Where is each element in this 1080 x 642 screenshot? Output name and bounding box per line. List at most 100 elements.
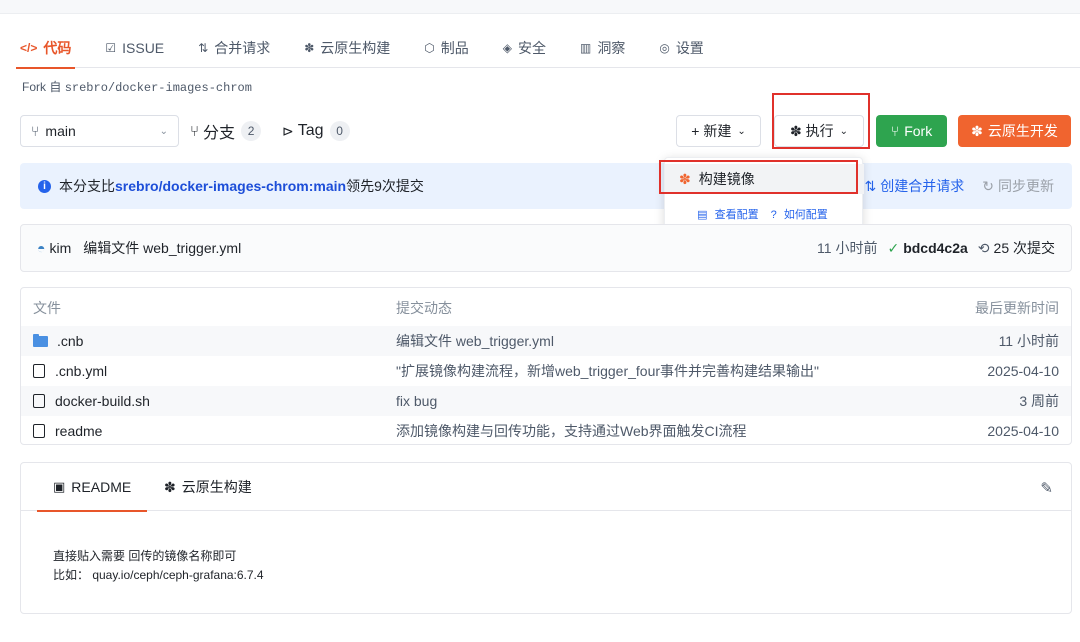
sync-icon: ↻	[982, 178, 994, 194]
readme-tabs: ▣ README ✽ 云原生构建	[21, 463, 1071, 512]
menu-item-build-image[interactable]: ✽ 构建镜像	[665, 164, 864, 194]
commit-meta: 11 小时前 ✓ bdcd4c2a ⟲ 25 次提交	[817, 238, 1055, 258]
fork-repo-link[interactable]: srebro/docker-images-chrom	[65, 81, 252, 95]
package-icon: ⬡	[424, 41, 435, 55]
readme-line: 直接贴入需要 回传的镜像名称即可	[53, 549, 237, 563]
issue-icon: ☑	[105, 41, 117, 55]
menu-item-label: 构建镜像	[698, 171, 755, 187]
info-icon: i	[38, 179, 51, 193]
info-repo[interactable]: srebro/docker-images-chrom:main	[115, 178, 346, 194]
file-icon	[33, 394, 45, 408]
file-name[interactable]: .cnb.yml	[55, 363, 107, 379]
file-commit-message[interactable]: fix bug	[396, 393, 437, 409]
tab-label: 安全	[517, 40, 546, 56]
readme-line: 比如： quay.io/ceph/ceph-grafana:6.7.4	[53, 568, 264, 582]
view-config-label: 查看配置	[714, 209, 759, 221]
fork-icon: ⑂	[890, 123, 900, 139]
top-strip	[0, 0, 1080, 14]
book-icon: ▣	[53, 479, 66, 494]
tags-link[interactable]: ⊳ Tag 0	[282, 115, 350, 147]
edit-icon[interactable]: ✎	[1040, 479, 1053, 497]
table-header: 文件 提交动态 最后更新时间	[21, 293, 1071, 323]
new-button[interactable]: + 新建 ⌄	[676, 115, 761, 147]
commit-author[interactable]: kim	[49, 240, 71, 256]
chart-icon: ▥	[579, 41, 592, 55]
fork-button[interactable]: ⑂ Fork	[876, 115, 947, 147]
file-name[interactable]: docker-build.sh	[55, 393, 150, 409]
fork-label: Fork	[904, 123, 933, 139]
branches-link[interactable]: ⑂ 分支 2	[190, 115, 262, 147]
tab-cloud-build-readme[interactable]: ✽ 云原生构建	[164, 463, 252, 511]
ahead-info-bar: i 本分支比 srebro/docker-images-chrom:main 领…	[20, 163, 1072, 209]
file-name[interactable]: readme	[55, 423, 102, 439]
table-row[interactable]: docker-build.sh fix bug 3 周前	[21, 386, 1071, 416]
gear-icon: ◎	[659, 41, 670, 55]
file-updated: 3 周前	[1019, 393, 1059, 409]
cloud-dev-label: 云原生开发	[987, 123, 1058, 139]
table-row[interactable]: .cnb 编辑文件 web_trigger.yml 11 小时前	[21, 326, 1071, 356]
run-dropdown-menu: ✽ 构建镜像 ▤ 查看配置 ? 如何配置	[664, 157, 864, 232]
chevron-down-icon: ⌄	[159, 125, 168, 137]
tab-cloud-build[interactable]: ✽ 云原生构建	[304, 30, 390, 68]
check-icon: ✓	[887, 239, 900, 256]
branch-icon: ⑂	[190, 122, 200, 140]
chevron-down-icon: ⌄	[737, 125, 746, 137]
file-name[interactable]: .cnb	[57, 333, 83, 349]
commit-message[interactable]: 编辑文件 web_trigger.yml	[83, 238, 241, 258]
branch-selector[interactable]: ⑂ main ⌄	[20, 115, 179, 147]
file-updated: 2025-04-10	[987, 423, 1059, 439]
header-updated: 最后更新时间	[975, 300, 1059, 316]
merge-icon: ⇅	[198, 41, 209, 55]
tab-label: ISSUE	[122, 40, 165, 56]
tab-cloud-label: 云原生构建	[181, 479, 252, 495]
tag-icon: ⊳	[282, 122, 294, 139]
tab-readme[interactable]: ▣ README	[36, 463, 148, 512]
run-button[interactable]: ✽ 执行 ⌄	[774, 115, 864, 147]
branches-label: 分支	[203, 125, 236, 142]
tab-label: 云原生构建	[320, 40, 391, 56]
file-table: 文件 提交动态 最后更新时间 .cnb 编辑文件 web_trigger.yml…	[20, 287, 1072, 445]
table-row[interactable]: readme 添加镜像构建与回传功能，支持通过Web界面触发CI流程 2025-…	[21, 416, 1071, 444]
readme-content: 直接贴入需要 回传的镜像名称即可 比如： quay.io/ceph/ceph-g…	[53, 547, 264, 585]
tab-merge-requests[interactable]: ⇅ 合并请求	[198, 30, 270, 68]
file-updated: 11 小时前	[998, 333, 1059, 349]
history-icon: ⟲	[977, 239, 990, 256]
tab-artifacts[interactable]: ⬡ 制品	[424, 30, 468, 68]
file-icon	[33, 364, 45, 378]
commit-count[interactable]: 25 次提交	[994, 238, 1055, 258]
sync-button[interactable]: ↻ 同步更新	[982, 176, 1054, 196]
pinwheel-icon: ✽	[789, 122, 802, 139]
code-icon: </>	[20, 41, 38, 55]
readme-panel: ▣ README ✽ 云原生构建 ✎ 直接贴入需要 回传的镜像名称即可 比如： …	[20, 462, 1072, 614]
tab-insights[interactable]: ▥ 洞察	[580, 30, 625, 68]
new-label: + 新建	[691, 123, 732, 139]
table-row[interactable]: .cnb.yml "扩展镜像构建流程，新增web_trigger_four事件并…	[21, 356, 1071, 386]
chevron-down-icon: ⌄	[839, 125, 849, 137]
file-updated: 2025-04-10	[987, 363, 1059, 379]
tab-settings[interactable]: ◎ 设置	[659, 30, 703, 68]
tab-readme-label: README	[71, 479, 132, 495]
file-commit-message[interactable]: 添加镜像构建与回传功能，支持通过Web界面触发CI流程	[396, 421, 747, 441]
run-label: 执行	[805, 123, 834, 139]
latest-commit: ◓ kim 编辑文件 web_trigger.yml 11 小时前 ✓ bdcd…	[20, 224, 1072, 272]
sync-label: 同步更新	[998, 178, 1054, 194]
tab-label: 设置	[675, 40, 704, 56]
file-commit-message[interactable]: "扩展镜像构建流程，新增web_trigger_four事件并完善构建结果输出"	[396, 361, 819, 381]
tab-code[interactable]: </> 代码	[15, 30, 76, 69]
branches-count: 2	[241, 121, 262, 141]
cloud-dev-button[interactable]: ✽ 云原生开发	[958, 115, 1071, 147]
how-config-link[interactable]: ? 如何配置	[771, 206, 832, 222]
pinwheel-icon: ✽	[679, 170, 691, 187]
create-merge-request-button[interactable]: ⇅ 创建合并请求	[865, 176, 965, 196]
view-config-link[interactable]: ▤ 查看配置	[697, 206, 762, 222]
header-file: 文件	[33, 300, 61, 316]
branch-name: main	[45, 123, 76, 139]
merge-icon: ⇅	[864, 178, 877, 194]
tab-issue[interactable]: ☑ ISSUE	[105, 30, 164, 68]
tab-label: 洞察	[597, 40, 626, 56]
create-mr-label: 创建合并请求	[880, 178, 965, 194]
tab-security[interactable]: ◈ 安全	[503, 30, 546, 68]
pinwheel-icon: ✽	[971, 122, 983, 139]
file-commit-message[interactable]: 编辑文件 web_trigger.yml	[396, 331, 554, 351]
commit-hash[interactable]: bdcd4c2a	[903, 240, 968, 256]
